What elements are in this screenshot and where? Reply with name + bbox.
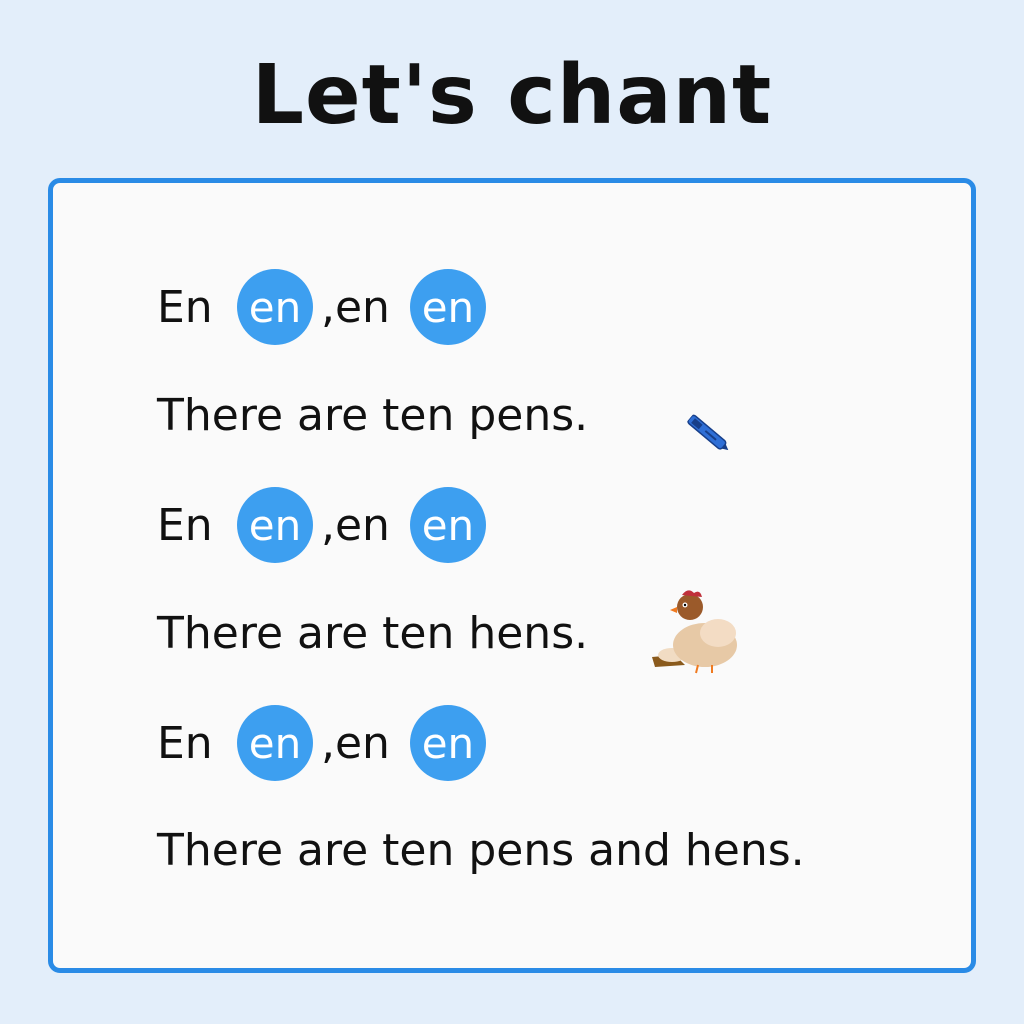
highlight-bubble: en <box>237 705 313 781</box>
chant-line-2: En en ,en en <box>157 487 486 563</box>
chant-word: ,en <box>321 499 390 551</box>
chant-word: En <box>157 717 213 769</box>
chant-word: ,en <box>321 281 390 333</box>
highlight-bubble: en <box>237 269 313 345</box>
highlight-bubble: en <box>409 269 486 345</box>
chant-word: ,en <box>321 717 390 769</box>
sentence-line-3: There are ten pens and hens. <box>157 824 805 876</box>
chant-line-3: En en ,en en <box>157 705 486 781</box>
chant-word: En <box>157 499 213 551</box>
chant-line-1: En en ,en en <box>157 269 486 345</box>
sentence-line-2: There are ten hens. <box>157 607 589 659</box>
hen-icon <box>652 590 737 674</box>
chant-word: En <box>157 281 213 333</box>
highlight-bubble: en <box>409 487 486 563</box>
sentence-line-1: There are ten pens. <box>157 389 589 441</box>
page-title: Let's chant <box>251 48 773 143</box>
highlight-bubble: en <box>409 705 486 781</box>
highlight-bubble: en <box>237 487 313 563</box>
